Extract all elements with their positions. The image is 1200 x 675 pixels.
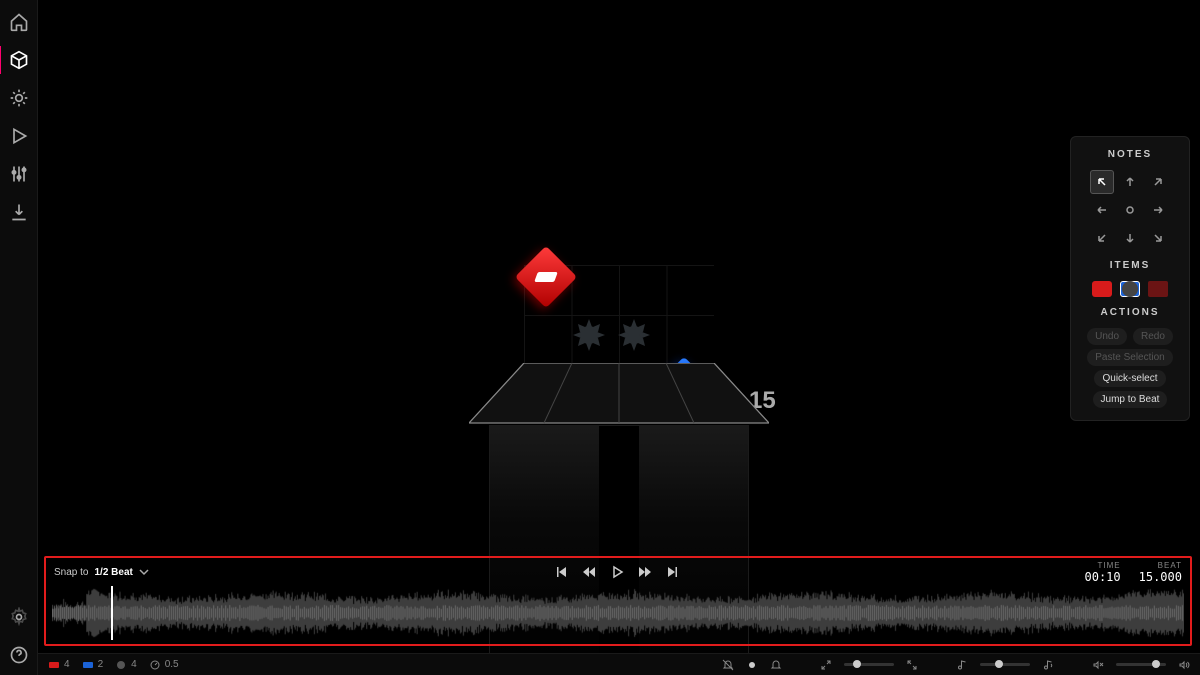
item-red-block[interactable] [1092, 281, 1112, 297]
arrow-up-right[interactable] [1146, 170, 1170, 194]
bomb-count-stat: 4 [115, 659, 137, 671]
undo-button[interactable]: Undo [1087, 328, 1127, 345]
notifications-off-icon[interactable] [722, 659, 734, 671]
editor-viewport[interactable]: 16 15 [38, 0, 1200, 578]
sparkle-icon[interactable] [9, 88, 29, 108]
help-icon[interactable] [9, 645, 29, 665]
fast-forward-button[interactable] [638, 565, 652, 579]
bomb-icon [115, 659, 127, 671]
paste-selection-button[interactable]: Paste Selection [1087, 349, 1173, 366]
zoom-in-icon[interactable] [820, 659, 832, 671]
timeline-panel: Snap to 1/2 Beat TIME00:10 BEAT15.000 [44, 556, 1192, 646]
arrow-down-left[interactable] [1090, 226, 1114, 250]
cube-icon[interactable] [9, 50, 29, 70]
play-nav-icon[interactable] [9, 126, 29, 146]
quick-select-button[interactable]: Quick-select [1094, 370, 1165, 387]
item-bomb[interactable] [1122, 281, 1138, 297]
gauge-icon [149, 659, 161, 671]
red-block-icon [48, 659, 60, 671]
music-note-icon[interactable] [956, 659, 968, 671]
skip-end-button[interactable] [666, 565, 680, 579]
rewind-button[interactable] [582, 565, 596, 579]
bomb-note[interactable] [569, 315, 609, 355]
redo-button[interactable]: Redo [1133, 328, 1173, 345]
time-label: TIME [1098, 561, 1121, 570]
gear-icon[interactable] [9, 607, 29, 627]
arrow-left[interactable] [1090, 198, 1114, 222]
volume-high-icon [1178, 659, 1190, 671]
download-icon[interactable] [9, 202, 29, 222]
arrow-up[interactable] [1118, 170, 1142, 194]
beat-label: BEAT [1158, 561, 1182, 570]
nps-stat: 0.5 [149, 659, 179, 671]
snap-dropdown[interactable]: Snap to 1/2 Beat [54, 567, 149, 578]
bell-icon[interactable] [770, 659, 782, 671]
snap-label: Snap to [54, 567, 88, 578]
mixer-icon[interactable] [9, 164, 29, 184]
note-direction-grid [1079, 170, 1181, 250]
transport-controls [554, 565, 680, 579]
item-type-row [1079, 281, 1181, 297]
playhead[interactable] [111, 586, 113, 640]
arrow-down[interactable] [1118, 226, 1142, 250]
arrow-right[interactable] [1146, 198, 1170, 222]
arrow-dot[interactable] [1118, 198, 1142, 222]
waveform[interactable] [52, 586, 1184, 640]
jump-to-beat-button[interactable]: Jump to Beat [1093, 391, 1168, 408]
status-bar: 4 2 4 0.5 [38, 653, 1200, 675]
notes-section-title: NOTES [1079, 149, 1181, 160]
actions-section-title: ACTIONS [1079, 307, 1181, 318]
time-value: 00:10 [1085, 570, 1121, 584]
zoom-slider[interactable] [844, 663, 894, 666]
item-wall[interactable] [1148, 281, 1168, 297]
beat-value: 15.000 [1139, 570, 1182, 584]
sfx-volume-slider[interactable] [1116, 663, 1166, 666]
home-icon[interactable] [9, 12, 29, 32]
red-count-stat: 4 [48, 659, 70, 671]
left-sidebar [0, 0, 38, 675]
right-panel: NOTES ITEMS ACTIONS Undo Redo Paste Sele… [1070, 136, 1190, 421]
zoom-out-icon[interactable] [906, 659, 918, 671]
blue-count-stat: 2 [82, 659, 104, 671]
volume-mute-icon[interactable] [1092, 659, 1104, 671]
bomb-note[interactable] [614, 315, 654, 355]
record-icon[interactable] [746, 659, 758, 671]
actions-column: Undo Redo Paste Selection Quick-select J… [1079, 328, 1181, 408]
blue-block-icon [82, 659, 94, 671]
snap-value: 1/2 Beat [94, 567, 132, 578]
music-volume-slider[interactable] [980, 663, 1030, 666]
time-readout: TIME00:10 BEAT15.000 [1085, 561, 1182, 584]
arrow-down-right[interactable] [1146, 226, 1170, 250]
play-button[interactable] [610, 565, 624, 579]
music-note-loud-icon [1042, 659, 1054, 671]
skip-start-button[interactable] [554, 565, 568, 579]
items-section-title: ITEMS [1079, 260, 1181, 271]
chevron-down-icon [139, 567, 149, 577]
arrow-up-left[interactable] [1090, 170, 1114, 194]
